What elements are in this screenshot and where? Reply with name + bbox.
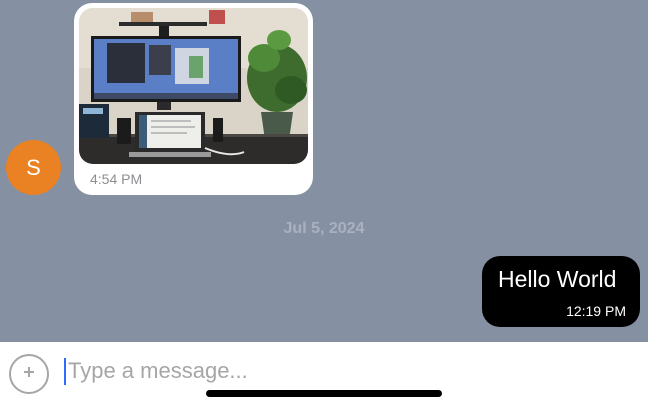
message-timestamp: 4:54 PM	[90, 171, 143, 187]
message-photo[interactable]	[79, 8, 308, 164]
avatar-initial: S	[26, 154, 41, 180]
message-text: Hello World	[498, 266, 617, 292]
add-attachment-button[interactable]	[9, 354, 49, 394]
home-indicator	[206, 390, 442, 397]
message-timestamp: 12:19 PM	[566, 303, 626, 319]
chat-area[interactable]: S 4:54 PM Jul 5, 2024 Hello World 12:19 …	[0, 0, 648, 342]
plus-circle-icon	[24, 367, 34, 377]
date-separator: Jul 5, 2024	[283, 220, 365, 237]
message-input[interactable]	[68, 354, 628, 388]
text-cursor	[64, 358, 66, 385]
incoming-image-message[interactable]: 4:54 PM	[74, 3, 313, 195]
sender-avatar[interactable]: S	[6, 140, 61, 195]
message-composer	[0, 342, 648, 410]
outgoing-text-message[interactable]: Hello World 12:19 PM	[482, 256, 640, 327]
